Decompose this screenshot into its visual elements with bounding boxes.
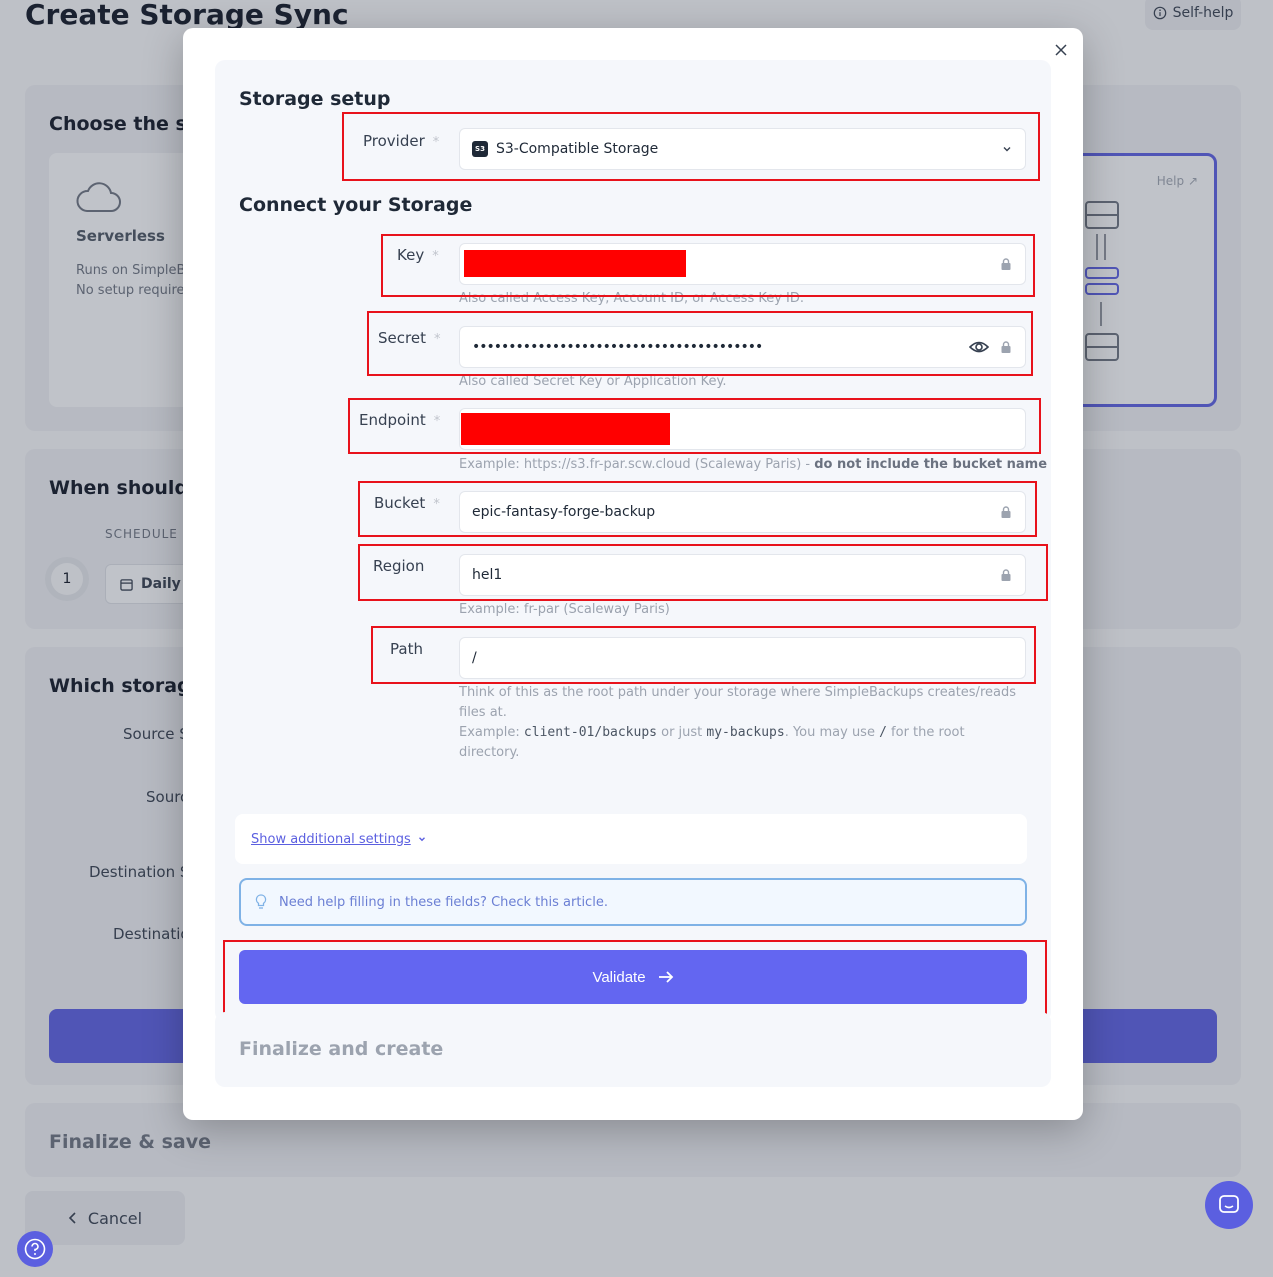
region-input[interactable]: hel1 bbox=[459, 554, 1026, 596]
secret-input[interactable]: •••••••••••••••••••••••••••••••••••••••• bbox=[459, 326, 1026, 368]
connect-storage-title: Connect your Storage bbox=[239, 194, 473, 216]
region-value: hel1 bbox=[472, 567, 503, 583]
close-button[interactable] bbox=[1051, 40, 1071, 60]
question-icon bbox=[24, 1238, 46, 1260]
provider-select[interactable]: S3 S3-Compatible Storage bbox=[459, 128, 1026, 170]
show-additional-settings-link[interactable]: Show additional settings bbox=[251, 832, 411, 847]
lock-icon bbox=[1001, 341, 1011, 353]
close-icon bbox=[1055, 44, 1067, 56]
help-widget-button[interactable] bbox=[17, 1231, 53, 1267]
secret-hint: Also called Secret Key or Application Ke… bbox=[459, 374, 727, 389]
provider-label: Provider * bbox=[363, 132, 440, 150]
bucket-label: Bucket * bbox=[374, 494, 440, 512]
chevron-down-icon bbox=[418, 837, 425, 842]
path-label: Path bbox=[390, 640, 423, 658]
chevron-down-icon bbox=[1003, 147, 1011, 152]
lock-icon bbox=[1001, 569, 1011, 581]
region-hint: Example: fr-par (Scaleway Paris) bbox=[459, 602, 670, 617]
help-article-link[interactable]: Need help filling in these fields? Check… bbox=[239, 878, 1027, 926]
key-redaction bbox=[464, 250, 686, 277]
validate-button[interactable]: Validate bbox=[239, 950, 1027, 1004]
lock-icon bbox=[1001, 258, 1011, 270]
chat-widget-button[interactable] bbox=[1205, 1181, 1253, 1229]
arrow-right-icon bbox=[658, 971, 673, 983]
additional-settings-row: Show additional settings bbox=[235, 814, 1027, 864]
bucket-value: epic-fantasy-forge-backup bbox=[472, 504, 656, 520]
endpoint-redaction bbox=[461, 413, 670, 445]
key-label: Key * bbox=[397, 246, 439, 264]
path-input[interactable]: / bbox=[459, 637, 1026, 679]
finalize-panel: Finalize and create bbox=[215, 1012, 1051, 1087]
storage-setup-title: Storage setup bbox=[239, 88, 391, 110]
region-label: Region bbox=[373, 557, 425, 575]
s3-provider-icon: S3 bbox=[472, 141, 488, 157]
secret-value: •••••••••••••••••••••••••••••••••••••••• bbox=[472, 339, 763, 355]
lock-icon bbox=[1001, 506, 1011, 518]
chat-icon bbox=[1219, 1195, 1239, 1213]
secret-label: Secret * bbox=[378, 329, 441, 347]
key-hint: Also called Access Key, Account ID, or A… bbox=[459, 291, 805, 306]
endpoint-hint: Example: https://s3.fr-par.scw.cloud (Sc… bbox=[459, 457, 1048, 472]
finalize-title: Finalize and create bbox=[239, 1038, 444, 1060]
eye-icon[interactable] bbox=[969, 339, 989, 355]
endpoint-label: Endpoint * bbox=[359, 411, 441, 429]
path-hint: Think of this as the root path under you… bbox=[459, 685, 1016, 760]
storage-setup-modal: Storage setup Provider * S3 S3-Compatible… bbox=[183, 28, 1083, 1120]
provider-value: S3-Compatible Storage bbox=[496, 141, 659, 157]
bucket-input[interactable]: epic-fantasy-forge-backup bbox=[459, 491, 1026, 533]
storage-setup-panel: Storage setup Provider * S3 S3-Compatible… bbox=[215, 60, 1051, 1022]
lightbulb-icon bbox=[255, 894, 267, 909]
path-value: / bbox=[472, 650, 477, 666]
